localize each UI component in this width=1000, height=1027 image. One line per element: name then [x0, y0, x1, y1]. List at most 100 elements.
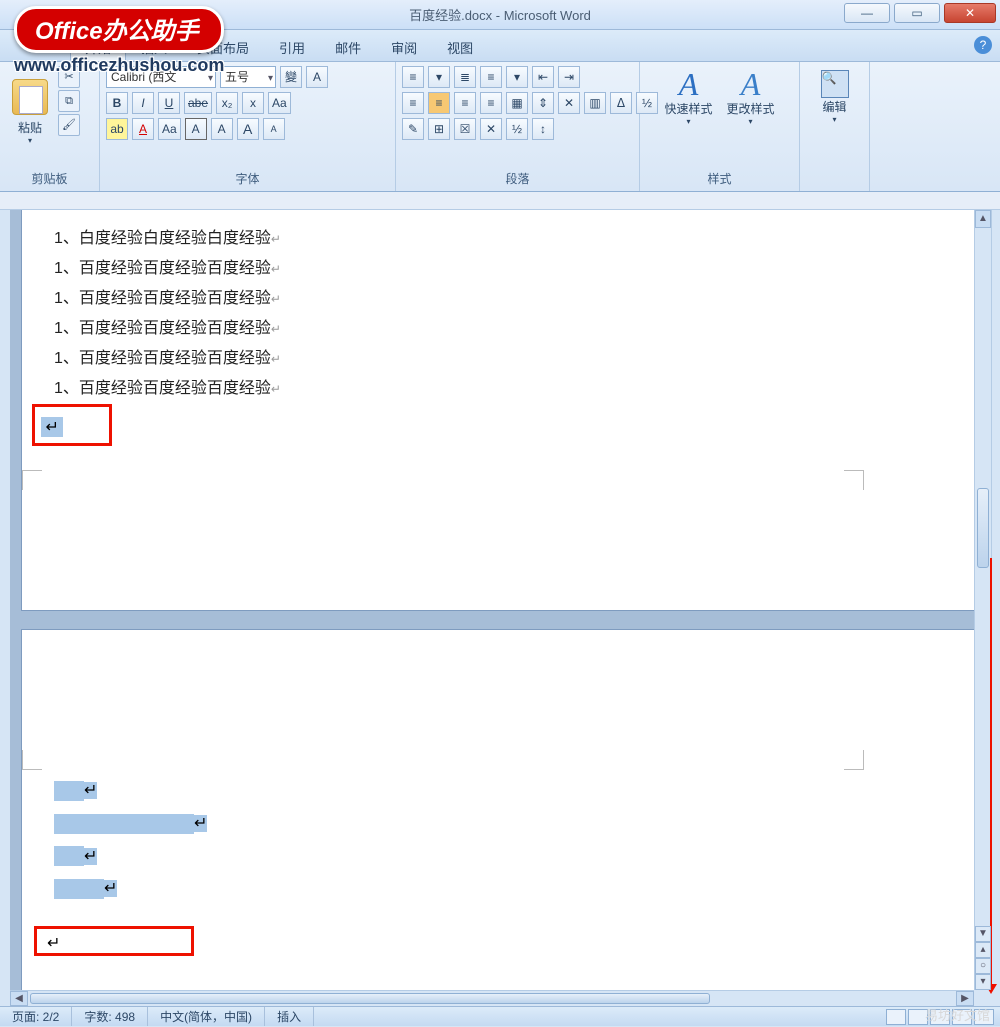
- subscript-button[interactable]: x₂: [216, 92, 238, 114]
- italic-button[interactable]: I: [132, 92, 154, 114]
- shading-button[interactable]: ✕: [558, 92, 580, 114]
- align-right-button[interactable]: ≡: [454, 92, 476, 114]
- brand-badge: Office办公助手: [14, 6, 224, 53]
- strikethrough-button[interactable]: abe: [184, 92, 212, 114]
- group-paragraph-label: 段落: [402, 168, 633, 189]
- paste-icon: [12, 79, 48, 115]
- numbering-button[interactable]: ≣: [454, 66, 476, 88]
- maximize-button[interactable]: ▭: [894, 3, 940, 23]
- prev-page-button[interactable]: ▴: [975, 942, 991, 958]
- para-btn-f[interactable]: ↕: [532, 118, 554, 140]
- tab-view[interactable]: 视图: [432, 31, 488, 61]
- minimize-button[interactable]: —: [844, 3, 890, 23]
- horizontal-scrollbar[interactable]: ◀ ▶: [10, 990, 974, 1006]
- format-painter-button[interactable]: 🖌: [58, 114, 80, 136]
- page-2[interactable]: ↵ ↵ ↵ ↵ ↵: [22, 630, 974, 990]
- bold-button[interactable]: B: [106, 92, 128, 114]
- change-styles-button[interactable]: A 更改样式 ▾: [725, 66, 777, 128]
- para-btn-c[interactable]: ☒: [454, 118, 476, 140]
- scroll-down-button[interactable]: ▼: [975, 926, 991, 942]
- quick-styles-button[interactable]: A 快速样式 ▾: [663, 66, 715, 128]
- paste-button[interactable]: 粘贴 ▾: [6, 66, 54, 158]
- superscript-button[interactable]: x: [242, 92, 264, 114]
- bullets-menu[interactable]: ▾: [428, 66, 450, 88]
- para-btn-d[interactable]: ✕: [480, 118, 502, 140]
- status-bar: 页面: 2/2 字数: 498 中文(简体，中国) 插入: [0, 1006, 1000, 1026]
- phonetic-button[interactable]: Aa: [268, 92, 291, 114]
- text-line[interactable]: 1、白度经验白度经验白度经验↵: [54, 224, 960, 254]
- editing-button[interactable]: 🔍 编辑 ▾: [809, 66, 861, 128]
- print-layout-view-button[interactable]: [886, 1009, 906, 1025]
- window-title: 百度经验.docx - Microsoft Word: [409, 5, 591, 24]
- status-page[interactable]: 页面: 2/2: [0, 1007, 72, 1026]
- scroll-track[interactable]: [975, 228, 991, 926]
- status-words[interactable]: 字数: 498: [72, 1007, 148, 1026]
- tab-references[interactable]: 引用: [264, 31, 320, 61]
- document-area[interactable]: 1、白度经验白度经验白度经验↵ 1、百度经验百度经验百度经验↵ 1、百度经验百度…: [10, 210, 974, 990]
- para-btn-a[interactable]: ✎: [402, 118, 424, 140]
- help-icon[interactable]: ?: [974, 36, 992, 54]
- group-editing-label: [806, 185, 863, 189]
- group-paragraph: ≡ ▾ ≣ ≡ ▾ ⇤ ⇥ ≡ ≡ ≡ ≡ ▦ ⇕ ✕ ▥ ᐃ ½ ✎: [396, 62, 640, 191]
- margin-corner: [844, 750, 864, 770]
- tab-review[interactable]: 审阅: [376, 31, 432, 61]
- justify-button[interactable]: ≡: [480, 92, 502, 114]
- font-color-button[interactable]: A: [132, 118, 154, 140]
- watermark-text: 易坊好文馆: [925, 1005, 990, 1024]
- quick-styles-label: 快速样式: [664, 100, 712, 117]
- grow-font-button[interactable]: A: [237, 118, 259, 140]
- selected-blank-line: [54, 879, 104, 899]
- multilevel-button[interactable]: ≡: [480, 66, 502, 88]
- char-scale-button[interactable]: Aa: [158, 118, 181, 140]
- line-spacing-button[interactable]: ⇕: [532, 92, 554, 114]
- scroll-right-button[interactable]: ▶: [956, 991, 974, 1006]
- shrink-font-button[interactable]: A: [263, 118, 285, 140]
- font-size-combo[interactable]: 五号: [220, 66, 276, 88]
- margin-corner: [22, 750, 42, 770]
- clear-format-button[interactable]: A: [306, 66, 328, 88]
- copy-button[interactable]: ⧉: [58, 90, 80, 112]
- status-language[interactable]: 中文(简体，中国): [148, 1007, 265, 1026]
- page-1[interactable]: 1、白度经验白度经验白度经验↵ 1、百度经验百度经验百度经验↵ 1、百度经验百度…: [22, 210, 974, 610]
- tab-mailings[interactable]: 邮件: [320, 31, 376, 61]
- char-shading-button[interactable]: A: [211, 118, 233, 140]
- para-btn-e[interactable]: ½: [506, 118, 528, 140]
- selected-blank-line: [54, 846, 84, 866]
- bullets-button[interactable]: ≡: [402, 66, 424, 88]
- para-btn-b[interactable]: ⊞: [428, 118, 450, 140]
- align-left-button[interactable]: ≡: [402, 92, 424, 114]
- scroll-thumb[interactable]: [977, 488, 989, 568]
- text-line[interactable]: 1、百度经验百度经验百度经验↵: [54, 344, 960, 374]
- sort-button[interactable]: ᐃ: [610, 92, 632, 114]
- browse-object-button[interactable]: ○: [975, 958, 991, 974]
- scroll-up-button[interactable]: ▲: [975, 210, 991, 228]
- text-line[interactable]: 1、百度经验百度经验百度经验↵: [54, 284, 960, 314]
- char-border-button[interactable]: A: [185, 118, 207, 140]
- hscroll-thumb[interactable]: [30, 993, 710, 1004]
- group-clipboard: 粘贴 ▾ ✂ ⧉ 🖌 剪贴板: [0, 62, 100, 191]
- align-center-button[interactable]: ≡: [428, 92, 450, 114]
- brand-url: www.officezhushou.com: [14, 55, 224, 76]
- multilevel-menu[interactable]: ▾: [506, 66, 528, 88]
- text-line[interactable]: 1、百度经验百度经验百度经验↵: [54, 374, 960, 404]
- borders-button[interactable]: ▥: [584, 92, 606, 114]
- hscroll-track[interactable]: [28, 991, 956, 1006]
- group-styles: A 快速样式 ▾ A 更改样式 ▾ 样式: [640, 62, 800, 191]
- ruler[interactable]: [0, 192, 1000, 210]
- decrease-indent-button[interactable]: ⇤: [532, 66, 554, 88]
- text-line[interactable]: 1、百度经验百度经验百度经验↵: [54, 314, 960, 344]
- distributed-button[interactable]: ▦: [506, 92, 528, 114]
- text-line[interactable]: 1、百度经验百度经验百度经验↵: [54, 254, 960, 284]
- scroll-left-button[interactable]: ◀: [10, 991, 28, 1006]
- change-case-button[interactable]: 變: [280, 66, 302, 88]
- highlight-button[interactable]: ab: [106, 118, 128, 140]
- close-button[interactable]: ✕: [944, 3, 996, 23]
- margin-corner: [22, 470, 42, 490]
- annotation-arrow: [990, 558, 992, 988]
- vertical-scrollbar[interactable]: ▲ ▼ ▴ ○ ▾: [974, 210, 992, 990]
- quick-styles-icon: A: [679, 68, 699, 100]
- status-mode[interactable]: 插入: [265, 1007, 314, 1026]
- underline-button[interactable]: U: [158, 92, 180, 114]
- increase-indent-button[interactable]: ⇥: [558, 66, 580, 88]
- next-page-button[interactable]: ▾: [975, 974, 991, 990]
